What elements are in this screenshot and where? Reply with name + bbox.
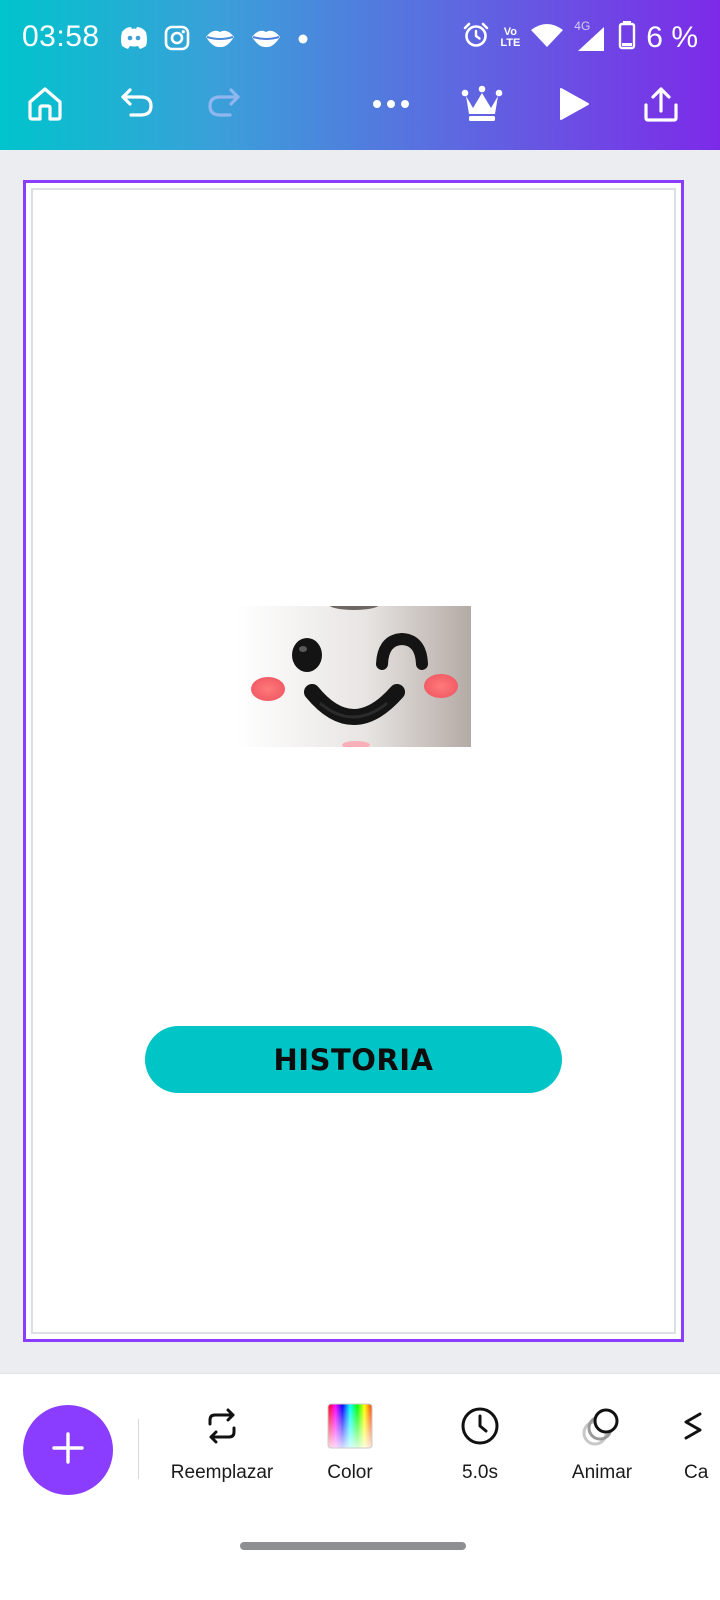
design-page[interactable] (31, 188, 676, 1334)
lips-icon (250, 27, 282, 54)
layers-tool[interactable]: Ca (680, 1402, 720, 1502)
share-icon (641, 84, 681, 129)
app-header: 03:58 Vo LTE 4G 6 % (0, 0, 720, 150)
layers-icon (680, 1402, 720, 1450)
redo-icon (204, 84, 244, 129)
historia-label: HISTORIA (273, 1042, 434, 1077)
color-tool[interactable]: Color (310, 1402, 390, 1502)
add-element-button[interactable] (23, 1405, 113, 1495)
duration-tool[interactable]: 5.0s (440, 1402, 520, 1502)
color-label: Color (327, 1462, 373, 1483)
layers-label: Ca (684, 1462, 709, 1483)
bottom-tool-panel: Reemplazar Color 5.0s Animar Ca (0, 1373, 720, 1600)
wifi-icon (530, 22, 564, 53)
undo-icon (117, 84, 157, 129)
smiley-face-image[interactable] (236, 606, 471, 747)
replace-tool[interactable]: Reemplazar (170, 1402, 274, 1502)
undo-button[interactable] (113, 82, 161, 130)
system-icons: Vo LTE 4G 6 % (462, 19, 698, 55)
home-icon (25, 84, 65, 129)
home-button[interactable] (21, 82, 69, 130)
replace-icon (198, 1402, 246, 1450)
clock-icon (456, 1402, 504, 1450)
instagram-icon (164, 25, 190, 56)
home-indicator[interactable] (240, 1542, 466, 1550)
premium-button[interactable] (458, 82, 506, 130)
duration-label: 5.0s (462, 1462, 498, 1483)
play-button[interactable] (550, 82, 598, 130)
lips-icon (204, 27, 236, 54)
status-time: 03:58 (22, 20, 100, 53)
plus-icon (51, 1431, 85, 1470)
animate-tool[interactable]: Animar (556, 1402, 648, 1502)
discord-icon (118, 24, 150, 57)
battery-icon (618, 20, 636, 55)
share-button[interactable] (637, 82, 685, 130)
volte-icon: Vo LTE (500, 25, 521, 49)
battery-percent: 6 % (646, 20, 698, 54)
color-swatch-icon (326, 1402, 374, 1450)
replace-label: Reemplazar (170, 1462, 274, 1483)
crown-icon (461, 84, 503, 129)
play-icon (557, 86, 591, 127)
notification-icons (118, 24, 310, 57)
signal-icon: 4G (574, 19, 608, 53)
redo-button[interactable] (200, 82, 248, 130)
dot-icon (296, 27, 310, 54)
status-bar: 03:58 Vo LTE 4G 6 % (0, 0, 720, 78)
animate-icon (578, 1402, 626, 1450)
animate-label: Animar (571, 1462, 633, 1483)
editor-toolbar (0, 78, 720, 150)
panel-divider (138, 1419, 139, 1479)
more-options-button[interactable] (367, 82, 415, 130)
historia-button[interactable]: HISTORIA (145, 1026, 562, 1093)
alarm-icon (462, 21, 490, 54)
design-page-selection[interactable] (23, 180, 684, 1342)
more-icon (371, 97, 411, 115)
